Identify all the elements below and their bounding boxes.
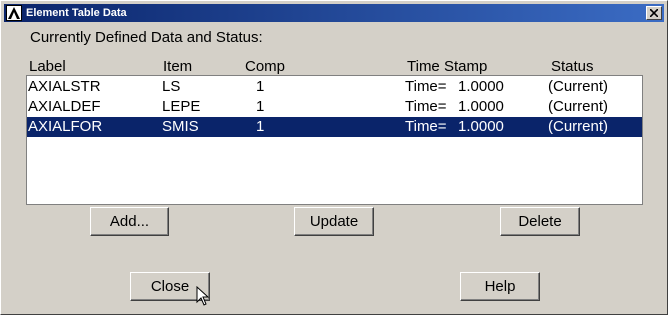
- column-header-item: Item: [163, 58, 193, 75]
- row-comp: 1: [256, 118, 265, 135]
- row-item: LEPE: [162, 98, 201, 115]
- window-title: Element Table Data: [26, 7, 127, 19]
- row-item: LS: [162, 78, 181, 95]
- defined-data-heading: Currently Defined Data and Status:: [30, 29, 263, 46]
- delete-button[interactable]: Delete: [500, 207, 580, 236]
- row-time-value: 1.0000: [458, 78, 504, 95]
- row-time-prefix: Time=: [405, 78, 447, 95]
- row-time-value: 1.0000: [458, 98, 504, 115]
- row-label: AXIALDEF: [28, 98, 101, 115]
- row-comp: 1: [256, 78, 265, 95]
- row-item: SMIS: [162, 118, 199, 135]
- row-label: AXIALFOR: [28, 118, 103, 135]
- row-status: (Current): [548, 78, 609, 95]
- mouse-pointer-icon: [196, 285, 210, 311]
- column-header-status: Status: [551, 58, 594, 75]
- row-comp: 1: [256, 98, 265, 115]
- row-label: AXIALSTR: [28, 78, 101, 95]
- row-status: (Current): [548, 118, 609, 135]
- table-row-selected[interactable]: AXIALFOR SMIS 1 Time= 1.0000 (Current): [27, 117, 642, 137]
- row-time-value: 1.0000: [458, 118, 504, 135]
- ansys-logo-icon: [6, 5, 22, 21]
- add-button[interactable]: Add...: [90, 207, 169, 236]
- row-time-prefix: Time=: [405, 118, 447, 135]
- column-header-comp: Comp: [245, 58, 286, 75]
- row-time-prefix: Time=: [405, 98, 447, 115]
- column-header-time-stamp: Time Stamp: [407, 58, 488, 75]
- close-icon: [650, 9, 658, 17]
- row-status: (Current): [548, 98, 609, 115]
- element-table-list[interactable]: AXIALSTR LS 1 Time= 1.0000 (Current) AXI…: [26, 75, 643, 205]
- column-header-label: Label: [29, 58, 66, 75]
- update-button[interactable]: Update: [294, 207, 374, 236]
- table-row[interactable]: AXIALSTR LS 1 Time= 1.0000 (Current): [27, 77, 642, 97]
- table-row[interactable]: AXIALDEF LEPE 1 Time= 1.0000 (Current): [27, 97, 642, 117]
- help-button[interactable]: Help: [460, 272, 540, 301]
- title-bar[interactable]: Element Table Data: [4, 4, 664, 22]
- element-table-data-dialog: Element Table Data Currently Defined Dat…: [0, 0, 668, 315]
- close-window-button[interactable]: [646, 6, 662, 20]
